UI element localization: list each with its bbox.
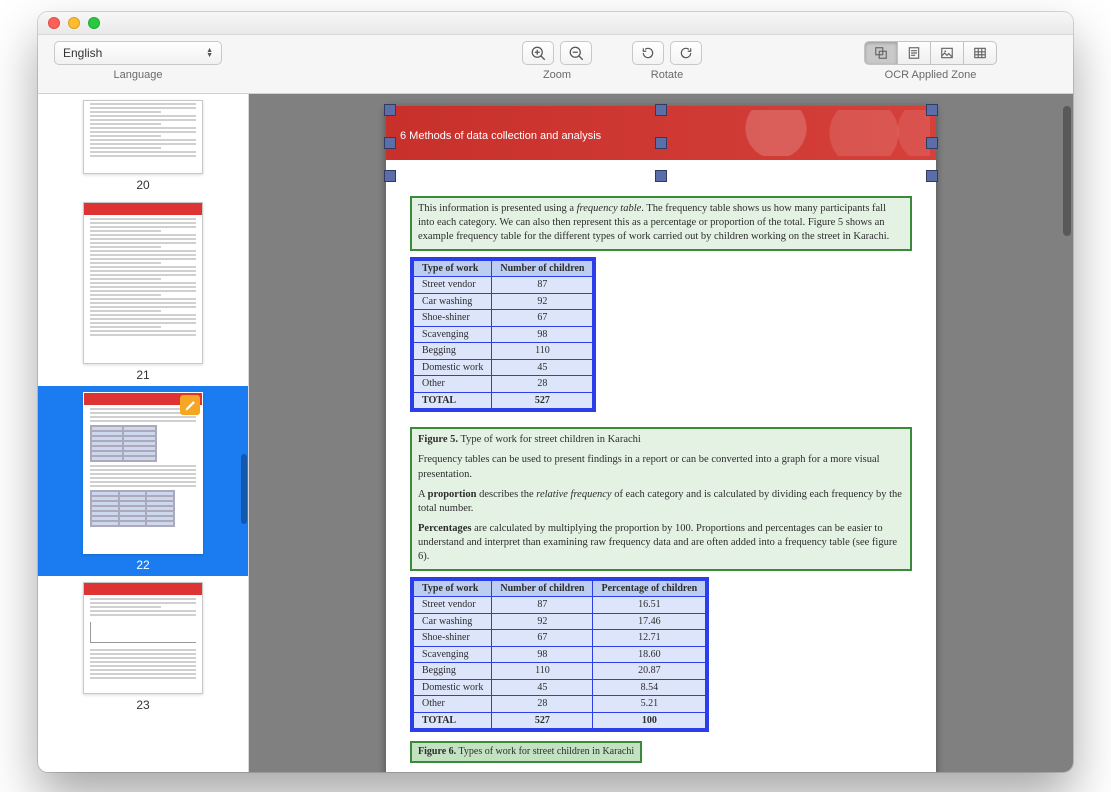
table-header: Percentage of children bbox=[593, 580, 706, 597]
viewer-scrollbar[interactable] bbox=[1063, 106, 1071, 236]
ocr-zone-table-button[interactable] bbox=[964, 41, 997, 65]
frequency-table-2: Type of workNumber of childrenPercentage… bbox=[413, 580, 706, 730]
table-row: Domestic work458.54 bbox=[414, 679, 706, 696]
edited-badge-icon bbox=[180, 395, 200, 415]
thumbnail-sidebar[interactable]: 20 21 22 23 bbox=[38, 94, 249, 772]
ocr-text-zone[interactable]: Figure 6. Types of work for street child… bbox=[410, 741, 642, 763]
ocr-zone-auto-button[interactable] bbox=[864, 41, 898, 65]
language-group: English ▲▼ Language bbox=[54, 41, 222, 81]
ocr-zone-group: OCR Applied Zone bbox=[864, 41, 997, 81]
table-header: Type of work bbox=[414, 580, 492, 597]
overlapping-squares-icon bbox=[874, 46, 888, 60]
thumbnail-page-22[interactable]: 22 bbox=[38, 386, 248, 576]
ocr-text-zone[interactable]: This information is presented using a fr… bbox=[410, 196, 912, 251]
zoom-out-button[interactable] bbox=[560, 41, 592, 65]
table-row: Scavenging9818.60 bbox=[414, 646, 706, 663]
rotate-ccw-icon bbox=[641, 46, 655, 60]
zoom-window-icon[interactable] bbox=[88, 17, 100, 29]
thumbnail-page-20[interactable]: 20 bbox=[38, 94, 248, 196]
table-total-row: TOTAL527 bbox=[414, 392, 593, 409]
thumbnail-page-23[interactable]: 23 bbox=[38, 576, 248, 716]
table-header: Number of children bbox=[492, 260, 593, 277]
page-header-title: 6 Methods of data collection and analysi… bbox=[400, 130, 601, 142]
ocr-text-zone[interactable]: Figure 5. Type of work for street childr… bbox=[410, 427, 912, 570]
paragraph: Frequency tables can be used to present … bbox=[418, 453, 904, 481]
text-page-icon bbox=[907, 46, 921, 60]
paragraph: A proportion describes the relative freq… bbox=[418, 488, 904, 516]
frequency-table-1: Type of workNumber of childrenStreet ven… bbox=[413, 260, 593, 410]
chevron-updown-icon: ▲▼ bbox=[206, 48, 213, 58]
ocr-zone-text-button[interactable] bbox=[898, 41, 931, 65]
ocr-table-zone[interactable]: Type of workNumber of childrenPercentage… bbox=[410, 577, 709, 733]
minimize-icon[interactable] bbox=[68, 17, 80, 29]
toolbar: English ▲▼ Language Zoom bbox=[38, 35, 1073, 94]
table-row: Car washing92 bbox=[414, 293, 593, 310]
titlebar bbox=[38, 12, 1073, 35]
rotate-group: Rotate bbox=[632, 41, 702, 81]
language-select[interactable]: English ▲▼ bbox=[54, 41, 222, 65]
figure6-label: Figure 6. bbox=[418, 746, 456, 757]
ocr-table-zone[interactable]: Type of workNumber of childrenStreet ven… bbox=[410, 257, 596, 413]
table-row: Car washing9217.46 bbox=[414, 613, 706, 630]
app-window: English ▲▼ Language Zoom bbox=[38, 12, 1073, 772]
table-row: Scavenging98 bbox=[414, 326, 593, 343]
page-header-banner: 6 Methods of data collection and analysi… bbox=[386, 106, 936, 160]
table-row: Other285.21 bbox=[414, 696, 706, 713]
thumbnail-page-number: 23 bbox=[136, 698, 149, 712]
sidebar-scrollbar[interactable] bbox=[241, 454, 247, 524]
intro-text: This information is presented using a fr… bbox=[418, 203, 889, 242]
table-row: Shoe-shiner6712.71 bbox=[414, 630, 706, 647]
table-row: Other28 bbox=[414, 376, 593, 393]
zoom-in-button[interactable] bbox=[522, 41, 554, 65]
rotate-ccw-button[interactable] bbox=[632, 41, 664, 65]
table-row: Begging110 bbox=[414, 343, 593, 360]
document-viewer[interactable]: 6 Methods of data collection and analysi… bbox=[249, 94, 1073, 772]
rotate-label: Rotate bbox=[651, 69, 683, 81]
table-row: Street vendor87 bbox=[414, 277, 593, 294]
rotate-cw-icon bbox=[679, 46, 693, 60]
figure5-caption: Type of work for street children in Kara… bbox=[458, 434, 641, 445]
paragraph: Percentages are calculated by multiplyin… bbox=[418, 522, 904, 565]
language-value: English bbox=[63, 46, 102, 60]
table-row: Shoe-shiner67 bbox=[414, 310, 593, 327]
thumbnail-page-number: 21 bbox=[136, 368, 149, 382]
zoom-in-icon bbox=[531, 46, 546, 61]
table-header: Number of children bbox=[492, 580, 593, 597]
ocr-zone-image-button[interactable] bbox=[931, 41, 964, 65]
zoom-group: Zoom bbox=[522, 41, 592, 81]
header-background-art bbox=[710, 110, 930, 156]
zoom-out-icon bbox=[569, 46, 584, 61]
table-icon bbox=[973, 46, 987, 60]
thumbnail-page-number: 22 bbox=[136, 558, 149, 572]
language-label: Language bbox=[114, 69, 163, 81]
thumbnail-page-number: 20 bbox=[136, 178, 149, 192]
image-icon bbox=[940, 46, 954, 60]
thumbnail-page-21[interactable]: 21 bbox=[38, 196, 248, 386]
table-row: Street vendor8716.51 bbox=[414, 597, 706, 614]
figure6-caption: Types of work for street children in Kar… bbox=[456, 746, 634, 757]
figure5-label: Figure 5. bbox=[418, 434, 458, 445]
table-header: Type of work bbox=[414, 260, 492, 277]
close-icon[interactable] bbox=[48, 17, 60, 29]
document-page: 6 Methods of data collection and analysi… bbox=[386, 106, 936, 772]
table-row: Domestic work45 bbox=[414, 359, 593, 376]
zoom-label: Zoom bbox=[543, 69, 571, 81]
table-row: Begging11020.87 bbox=[414, 663, 706, 680]
ocr-zone-label: OCR Applied Zone bbox=[885, 69, 977, 81]
ocr-zone-segmented[interactable] bbox=[864, 41, 997, 65]
table-total-row: TOTAL527100 bbox=[414, 712, 706, 729]
rotate-cw-button[interactable] bbox=[670, 41, 702, 65]
